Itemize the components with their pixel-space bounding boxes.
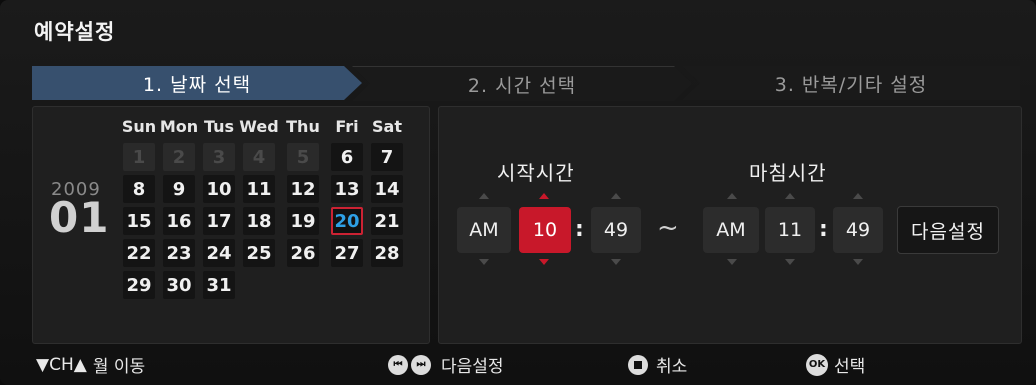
weekday-label: Tus (203, 117, 235, 136)
weekday-label: Sat (372, 117, 402, 136)
arrow-up-icon[interactable] (853, 193, 863, 199)
footer-select: OK 선택 (806, 352, 865, 377)
calendar-day[interactable]: 8 (123, 175, 155, 203)
next-setting-label: 다음설정 (441, 357, 504, 377)
cancel-label: 취소 (656, 357, 688, 377)
calendar-day[interactable]: 7 (371, 143, 403, 171)
calendar-day[interactable]: 10 (203, 175, 235, 203)
start-time-label: 시작시간 (497, 161, 575, 185)
calendar-day[interactable]: 2 (163, 143, 195, 171)
channel-updown-icon: ▼CH▲ (36, 354, 87, 375)
weekday-label: Fri (335, 117, 359, 136)
next-setting-button[interactable]: 다음설정 (897, 206, 999, 254)
step-time-select[interactable]: 2. 시간 선택 (352, 66, 692, 101)
stop-icon (628, 354, 648, 375)
time-panel: 시작시간 마침시간 AM 10 : 49 ~ AM 11 : 49 다음설정 (438, 106, 1022, 344)
month-move-label: 월 이동 (92, 357, 146, 377)
calendar-day[interactable]: 12 (287, 175, 319, 203)
end-time-label: 마침시간 (749, 161, 827, 185)
time-range-separator: ~ (657, 213, 679, 243)
dialog-title: 예약설정 (34, 20, 116, 44)
arrow-up-icon[interactable] (539, 193, 549, 199)
start-hour-field[interactable]: 10 (519, 207, 571, 253)
calendar-day[interactable]: 25 (243, 239, 275, 267)
calendar-day[interactable]: 3 (203, 143, 235, 171)
calendar-day[interactable]: 14 (371, 175, 403, 203)
weekday-label: Wed (239, 117, 279, 136)
step-bar: 2. 시간 선택 3. 반복/기타 설정 1. 날짜 선택 (32, 66, 1020, 101)
weekday-label: Sun (121, 117, 157, 136)
calendar-panel: 2009 01 Sun Mon Tus Wed Thu Fri Sat 1234567891… (32, 106, 430, 344)
calendar-day[interactable]: 18 (243, 207, 275, 235)
step-repeat-settings[interactable]: 3. 반복/기타 설정 (682, 66, 1020, 100)
calendar-day[interactable]: 16 (163, 207, 195, 235)
weekday-label: Mon (159, 117, 199, 136)
calendar-day[interactable]: 19 (287, 207, 319, 235)
step-date-select[interactable]: 1. 날짜 선택 (32, 66, 362, 100)
step-label: 1. 날짜 선택 (142, 73, 252, 96)
skip-forward-icon: ⏭ (411, 354, 431, 375)
footer-next: ⏮ ⏭ 다음설정 (388, 352, 504, 377)
calendar-day[interactable]: 27 (331, 239, 363, 267)
calendar-day[interactable]: 1 (123, 143, 155, 171)
calendar-day[interactable]: 9 (163, 175, 195, 203)
calendar-day[interactable]: 22 (123, 239, 155, 267)
calendar-day[interactable]: 5 (287, 143, 319, 171)
skip-back-icon: ⏮ (388, 354, 408, 375)
calendar-day[interactable]: 26 (287, 239, 319, 267)
calendar-day[interactable]: 11 (243, 175, 275, 203)
footer-month-move: ▼CH▲ 월 이동 (36, 352, 146, 378)
start-colon: : (575, 217, 584, 242)
select-label: 선택 (834, 357, 866, 377)
calendar-day[interactable]: 23 (163, 239, 195, 267)
calendar-day[interactable]: 4 (243, 143, 275, 171)
calendar-day[interactable]: 15 (123, 207, 155, 235)
weekday-label: Thu (286, 117, 320, 136)
calendar-day[interactable]: 29 (123, 271, 155, 299)
arrow-up-icon[interactable] (785, 193, 795, 199)
footer-cancel: 취소 (628, 352, 687, 377)
calendar-day[interactable]: 31 (203, 271, 235, 299)
arrow-up-icon[interactable] (479, 193, 489, 199)
arrow-down-icon[interactable] (785, 259, 795, 265)
calendar-day[interactable]: 21 (371, 207, 403, 235)
calendar-day[interactable]: 24 (203, 239, 235, 267)
end-colon: : (819, 217, 828, 242)
calendar-day[interactable]: 17 (203, 207, 235, 235)
arrow-down-icon[interactable] (727, 259, 737, 265)
reservation-dialog: 예약설정 2. 시간 선택 3. 반복/기타 설정 1. 날짜 선택 2009 … (0, 0, 1036, 385)
end-ampm-field[interactable]: AM (703, 207, 759, 253)
arrow-down-icon[interactable] (611, 259, 621, 265)
calendar-day[interactable]: 6 (331, 143, 363, 171)
end-hour-field[interactable]: 11 (765, 207, 815, 253)
start-ampm-field[interactable]: AM (457, 207, 511, 253)
step-label: 3. 반복/기타 설정 (774, 73, 928, 96)
arrow-up-icon[interactable] (611, 193, 621, 199)
end-minute-field[interactable]: 49 (833, 207, 883, 253)
calendar-day-selected[interactable]: 20 (331, 207, 363, 235)
calendar-day[interactable]: 13 (331, 175, 363, 203)
step-label: 2. 시간 선택 (467, 74, 577, 97)
arrow-down-icon[interactable] (539, 259, 549, 265)
ok-icon: OK (806, 353, 828, 376)
calendar-day[interactable]: 30 (163, 271, 195, 299)
arrow-down-icon[interactable] (479, 259, 489, 265)
arrow-up-icon[interactable] (727, 193, 737, 199)
calendar-day[interactable]: 28 (371, 239, 403, 267)
arrow-down-icon[interactable] (853, 259, 863, 265)
start-minute-field[interactable]: 49 (591, 207, 641, 253)
calendar-month: 01 (49, 193, 110, 242)
